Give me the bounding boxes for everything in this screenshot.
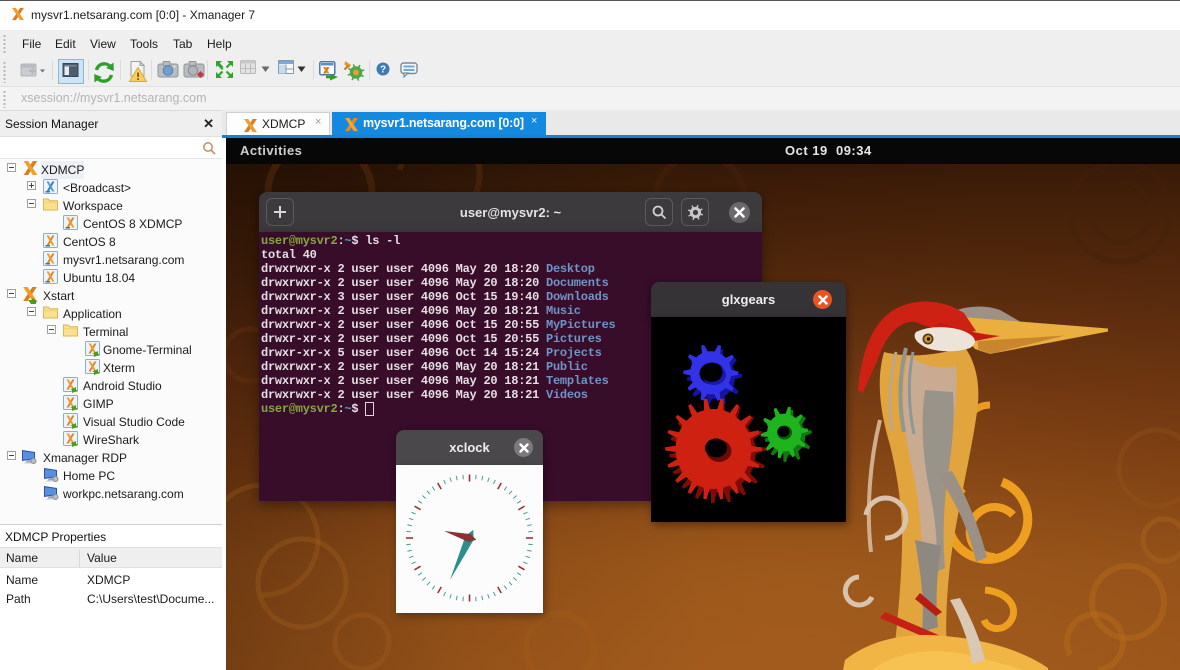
svg-text:?: ? [380, 65, 386, 76]
